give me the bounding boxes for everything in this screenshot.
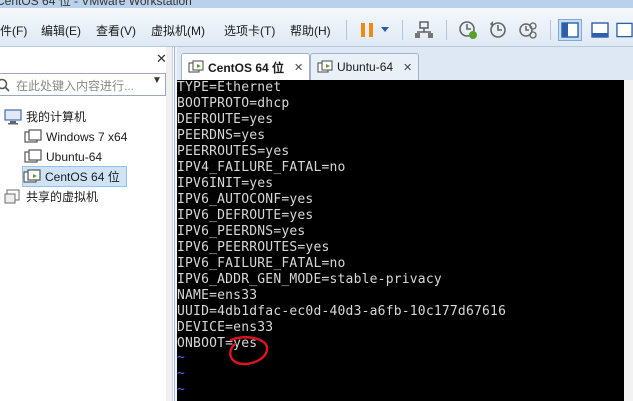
terminal-line: DEFROUTE=yes xyxy=(177,112,274,127)
terminal-empty-line: ~ xyxy=(177,382,186,397)
terminal-line: TYPE=Ethernet xyxy=(177,80,282,95)
computer-icon xyxy=(4,108,22,124)
snapshot-revert-icon xyxy=(490,21,506,38)
tree-item-centos[interactable]: CentOS 64 位 xyxy=(22,166,127,187)
search-dropdown-icon[interactable]: ▼ xyxy=(152,75,162,86)
console-scrollbar[interactable] xyxy=(624,80,633,401)
toolbar-separator xyxy=(446,20,447,40)
terminal-line: PEERDNS=yes xyxy=(177,128,266,143)
terminal-empty-line: ~ xyxy=(177,366,186,381)
fullscreen-button[interactable] xyxy=(616,19,633,41)
toolbar-separator xyxy=(346,20,347,40)
toolbar-separator xyxy=(402,20,403,40)
tree-item-label: Windows 7 x64 xyxy=(46,129,128,144)
thumbnail-icon xyxy=(591,22,609,38)
library-toggle-icon xyxy=(561,22,579,38)
terminal-line: IPV4_FAILURE_FATAL=no xyxy=(177,160,346,175)
tree-item-my-computer[interactable]: 我的计算机 xyxy=(4,107,86,126)
chevron-down-icon xyxy=(381,27,389,32)
library-search[interactable]: 在此处键入内容进行... ▼ xyxy=(0,73,166,96)
menu-toolbar-bar: 件(F) 编辑(E) 查看(V) 虚拟机(M) 选项卡(T) 帮助(H) xyxy=(0,8,633,47)
vm-icon xyxy=(24,148,42,163)
terminal-line: IPV6_DEFROUTE=yes xyxy=(177,208,314,223)
tree-item-label: CentOS 64 位 xyxy=(45,170,120,184)
search-icon xyxy=(0,78,10,92)
vm-icon xyxy=(317,60,333,73)
shared-vm-icon xyxy=(4,188,20,204)
terminal-line: IPV6_AUTOCONF=yes xyxy=(177,192,314,207)
search-input[interactable]: 在此处键入内容进行... xyxy=(16,77,134,94)
tab-label: Ubuntu-64 xyxy=(337,60,394,74)
take-snapshot-button[interactable] xyxy=(456,19,480,41)
menu-edit[interactable]: 编辑(E) xyxy=(41,22,81,39)
toolbar-separator xyxy=(550,20,551,40)
menu-tabs[interactable]: 选项卡(T) xyxy=(224,22,275,39)
red-circle-annotation xyxy=(229,336,269,366)
terminal-line: IPV6INIT=yes xyxy=(177,176,274,191)
power-dropdown-button[interactable] xyxy=(379,19,391,41)
pause-button[interactable] xyxy=(356,19,378,41)
vm-icon xyxy=(23,168,41,183)
snapshot-icon xyxy=(459,21,477,39)
vm-icon xyxy=(188,60,204,73)
terminal-line: IPV6_PEERROUTES=yes xyxy=(177,240,330,255)
terminal-empty-line: ~ xyxy=(177,350,186,365)
terminal-line: IPV6_PEERDNS=yes xyxy=(177,224,306,239)
thumbnail-bar-button[interactable] xyxy=(588,19,612,41)
window-titlebar: CentOS 64 位 - VMware Workstation xyxy=(0,0,633,8)
vm-tab-strip: CentOS 64 位 ✕ Ubuntu-64 ✕ xyxy=(177,47,633,80)
library-panel: ✕ 在此处键入内容进行... ▼ 我的计算机 Windows 7 x64 Ubu… xyxy=(0,47,175,401)
tab-label: CentOS 64 位 xyxy=(208,60,285,75)
tab-centos[interactable]: CentOS 64 位 ✕ xyxy=(181,53,311,80)
close-icon[interactable]: ✕ xyxy=(403,61,412,74)
terminal-line: NAME=ens33 xyxy=(177,288,258,303)
fullscreen-icon xyxy=(616,22,633,38)
menu-file[interactable]: 件(F) xyxy=(0,22,27,39)
tree-item-ubuntu[interactable]: Ubuntu-64 xyxy=(24,147,102,166)
close-icon[interactable]: ✕ xyxy=(294,61,303,74)
vm-icon xyxy=(24,128,42,143)
snapshot-manager-icon xyxy=(519,22,537,39)
network-icon xyxy=(415,21,433,38)
terminal-line: IPV6_ADDR_GEN_MODE=stable-privacy xyxy=(177,272,442,287)
tree-item-windows7[interactable]: Windows 7 x64 xyxy=(24,127,127,146)
network-button[interactable] xyxy=(412,19,436,41)
terminal-line: PEERROUTES=yes xyxy=(177,144,290,159)
terminal-line: BOOTPROTO=dhcp xyxy=(177,96,290,111)
panel-divider xyxy=(172,47,173,401)
menu-vm[interactable]: 虚拟机(M) xyxy=(151,22,205,39)
menu-view[interactable]: 查看(V) xyxy=(96,22,136,39)
tab-ubuntu[interactable]: Ubuntu-64 ✕ xyxy=(310,53,420,80)
snapshot-manager-button[interactable] xyxy=(516,19,540,41)
revert-snapshot-button[interactable] xyxy=(486,19,510,41)
pause-icon xyxy=(361,23,373,37)
vm-console[interactable]: TYPE=Ethernet BOOTPROTO=dhcp DEFROUTE=ye… xyxy=(177,80,633,401)
tree-item-shared-vms[interactable]: 共享的虚拟机 xyxy=(4,187,98,206)
terminal-line: UUID=4db1dfac-ec0d-40d3-a6fb-10c177d6761… xyxy=(177,304,507,319)
tree-item-label: 共享的虚拟机 xyxy=(26,190,99,204)
terminal-line: IPV6_FAILURE_FATAL=no xyxy=(177,256,346,271)
tree-item-label: 我的计算机 xyxy=(26,110,87,124)
menu-help[interactable]: 帮助(H) xyxy=(290,22,331,39)
window-title: CentOS 64 位 - VMware Workstation xyxy=(0,0,192,8)
show-library-button[interactable] xyxy=(558,19,582,41)
tree-item-label: Ubuntu-64 xyxy=(46,149,103,164)
